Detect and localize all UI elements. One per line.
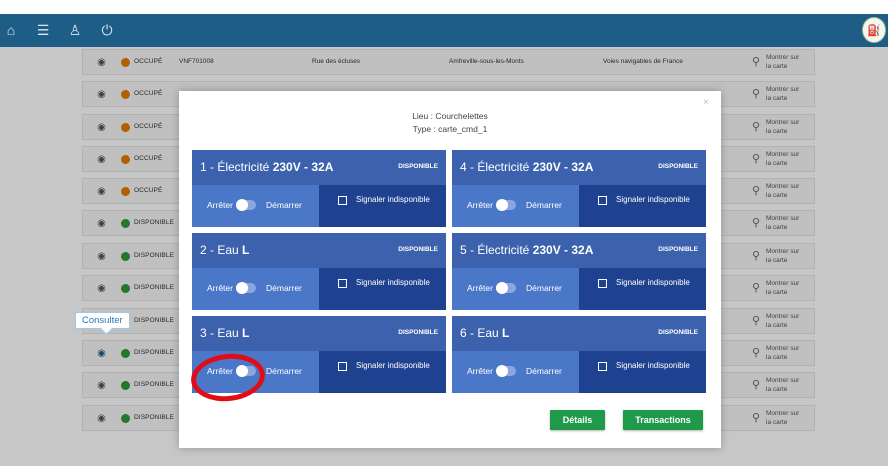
report-unavailable: Signaler indisponible — [319, 185, 446, 227]
start-label: Démarrer — [266, 366, 302, 376]
service-card: 6 - Eau L DISPONIBLE Arrêter Démarrer Signal… — [452, 316, 706, 393]
report-unavailable-label[interactable]: Signaler indisponible — [356, 361, 430, 370]
close-icon[interactable]: × — [703, 97, 709, 108]
service-card: 4 - Électricité 230V - 32A DISPONIBLE Arrê… — [452, 150, 706, 227]
report-unavailable-checkbox[interactable] — [338, 196, 347, 205]
start-stop-control: Arrêter Démarrer — [192, 268, 319, 310]
modal-type: Type : carte_cmd_1 — [412, 124, 488, 134]
start-stop-toggle[interactable] — [236, 282, 256, 294]
station-logo-icon: ⛽ — [867, 24, 881, 37]
service-card: 2 - Eau L DISPONIBLE Arrêter Démarrer Signal… — [192, 233, 446, 310]
start-label: Démarrer — [266, 283, 302, 293]
availability-badge: DISPONIBLE — [658, 329, 698, 336]
consulter-tooltip: Consulter — [75, 312, 130, 329]
service-name: 5 - Électricité — [460, 243, 533, 257]
report-unavailable: Signaler indisponible — [319, 268, 446, 310]
borne-modal: × Lieu : Courchelettes Type : carte_cmd_… — [179, 91, 721, 448]
report-unavailable: Signaler indisponible — [579, 185, 706, 227]
availability-badge: DISPONIBLE — [398, 163, 438, 170]
toggle-knob — [236, 282, 248, 294]
home-icon[interactable]: ⌂ — [2, 21, 20, 39]
start-stop-toggle[interactable] — [496, 282, 516, 294]
start-label: Démarrer — [526, 366, 562, 376]
service-title: 2 - Eau L — [200, 243, 249, 257]
transactions-button[interactable]: Transactions — [623, 410, 703, 430]
service-title: 3 - Eau L — [200, 326, 249, 340]
start-stop-control: Arrêter Démarrer — [192, 185, 319, 227]
availability-badge: DISPONIBLE — [658, 163, 698, 170]
service-card-header: 5 - Électricité 230V - 32A DISPONIBLE — [452, 233, 706, 268]
start-stop-toggle[interactable] — [236, 199, 256, 211]
report-unavailable-label[interactable]: Signaler indisponible — [356, 278, 430, 287]
service-name: 3 - Eau — [200, 326, 243, 340]
service-card-header: 6 - Eau L DISPONIBLE — [452, 316, 706, 351]
service-spec: 230V - 32A — [272, 160, 334, 174]
report-unavailable-checkbox[interactable] — [338, 362, 347, 371]
start-label: Démarrer — [526, 200, 562, 210]
start-label: Démarrer — [526, 283, 562, 293]
top-navbar: ⌂ ☰ ♙ ⏻ — [0, 14, 888, 47]
service-name: 6 - Eau — [460, 326, 503, 340]
stop-label: Arrêter — [207, 200, 233, 210]
app-logo[interactable]: ⛽ — [862, 17, 886, 43]
availability-badge: DISPONIBLE — [398, 246, 438, 253]
service-card-header: 1 - Électricité 230V - 32A DISPONIBLE — [192, 150, 446, 185]
toggle-knob — [496, 282, 508, 294]
toggle-knob — [496, 199, 508, 211]
service-spec: L — [242, 243, 250, 257]
start-stop-toggle[interactable] — [496, 199, 516, 211]
start-stop-control: Arrêter Démarrer — [452, 185, 579, 227]
stop-label: Arrêter — [467, 200, 493, 210]
report-unavailable: Signaler indisponible — [579, 351, 706, 393]
service-card: 1 - Électricité 230V - 32A DISPONIBLE Arrê… — [192, 150, 446, 227]
report-unavailable-checkbox[interactable] — [598, 279, 607, 288]
service-spec: 230V - 32A — [532, 243, 594, 257]
service-card-header: 2 - Eau L DISPONIBLE — [192, 233, 446, 268]
report-unavailable-checkbox[interactable] — [338, 279, 347, 288]
stop-label: Arrêter — [207, 283, 233, 293]
service-name: 4 - Électricité — [460, 160, 533, 174]
details-button[interactable]: Détails — [550, 410, 605, 430]
report-unavailable-checkbox[interactable] — [598, 362, 607, 371]
start-stop-control: Arrêter Démarrer — [452, 268, 579, 310]
toggle-knob — [496, 365, 508, 377]
availability-badge: DISPONIBLE — [658, 246, 698, 253]
report-unavailable-label[interactable]: Signaler indisponible — [616, 278, 690, 287]
start-stop-toggle[interactable] — [496, 365, 516, 377]
service-spec: 230V - 32A — [532, 160, 594, 174]
service-title: 6 - Eau L — [460, 326, 509, 340]
service-title: 4 - Électricité 230V - 32A — [460, 160, 593, 174]
report-unavailable-checkbox[interactable] — [598, 196, 607, 205]
power-icon[interactable]: ⏻ — [98, 21, 116, 39]
toggle-knob — [236, 199, 248, 211]
report-unavailable-label[interactable]: Signaler indisponible — [356, 195, 430, 204]
service-spec: L — [242, 326, 250, 340]
report-unavailable-label[interactable]: Signaler indisponible — [616, 195, 690, 204]
service-card-header: 4 - Électricité 230V - 32A DISPONIBLE — [452, 150, 706, 185]
user-icon[interactable]: ♙ — [66, 21, 84, 39]
report-unavailable-label[interactable]: Signaler indisponible — [616, 361, 690, 370]
stop-label: Arrêter — [467, 366, 493, 376]
start-stop-control: Arrêter Démarrer — [452, 351, 579, 393]
start-label: Démarrer — [266, 200, 302, 210]
menu-icon[interactable]: ☰ — [34, 21, 52, 39]
service-spec: L — [502, 326, 510, 340]
modal-lieu: Lieu : Courchelettes — [412, 111, 488, 121]
service-card-header: 3 - Eau L DISPONIBLE — [192, 316, 446, 351]
report-unavailable: Signaler indisponible — [579, 268, 706, 310]
report-unavailable: Signaler indisponible — [319, 351, 446, 393]
service-name: 2 - Eau — [200, 243, 243, 257]
service-title: 1 - Électricité 230V - 32A — [200, 160, 333, 174]
availability-badge: DISPONIBLE — [398, 329, 438, 336]
service-name: 1 - Électricité — [200, 160, 273, 174]
service-card: 5 - Électricité 230V - 32A DISPONIBLE Arrê… — [452, 233, 706, 310]
stop-label: Arrêter — [467, 283, 493, 293]
service-title: 5 - Électricité 230V - 32A — [460, 243, 593, 257]
